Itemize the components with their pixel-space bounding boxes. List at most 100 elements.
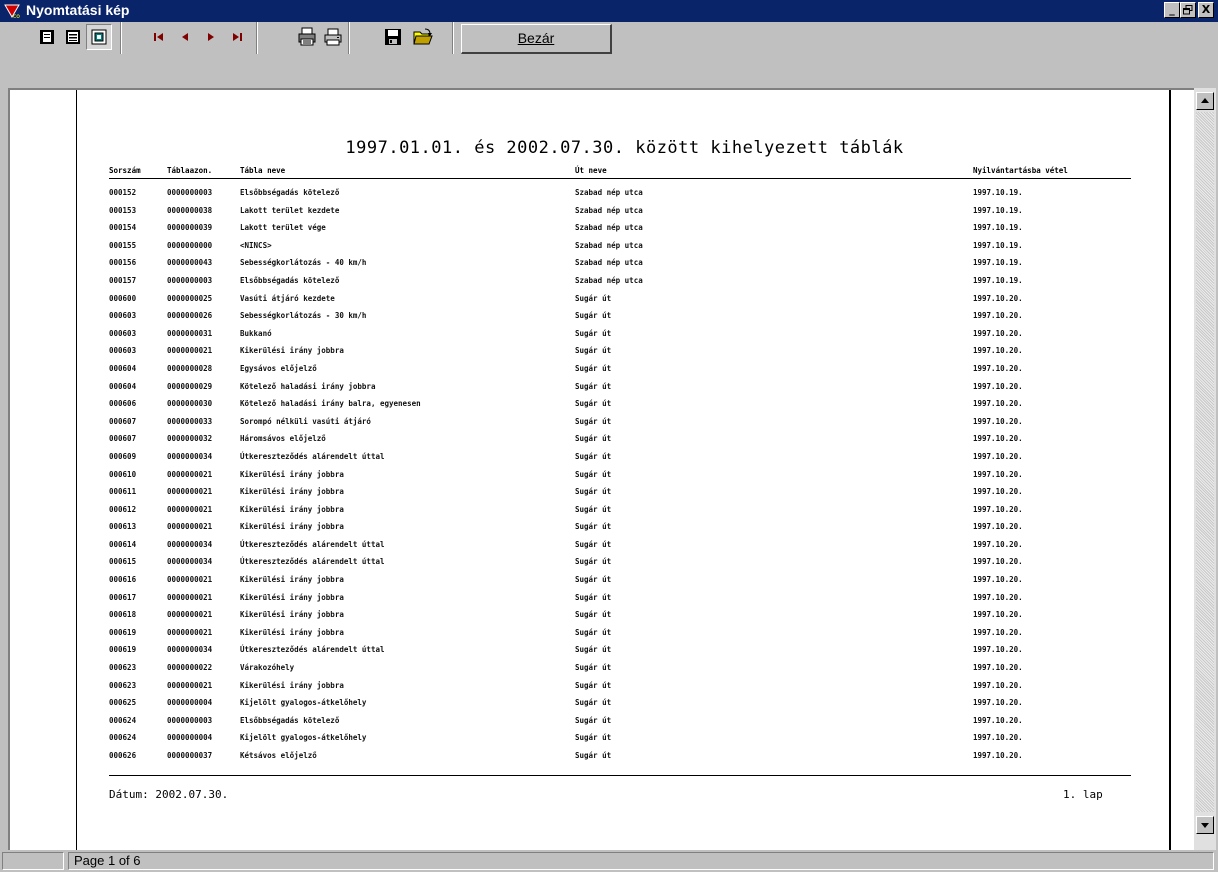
row-datum: 1997.10.20. [973, 451, 1023, 461]
row-tabla-neve: Kötelező haladási irány balra, egyenesen [240, 399, 421, 409]
row-ut-neve: Sugár út [575, 451, 612, 461]
header-ut-neve: Út neve [575, 166, 607, 175]
vertical-scrollbar[interactable] [1194, 88, 1216, 850]
table-row: 000152 0000000003 Elsőbbségadás kötelező Sz… [109, 188, 1131, 206]
row-tabla-neve: Útkereszteződés alárendelt úttal [240, 557, 385, 567]
row-sorszam: 000623 [109, 663, 137, 673]
row-datum: 1997.10.19. [973, 223, 1023, 233]
row-datum: 1997.10.20. [973, 733, 1023, 743]
row-sorszam: 000609 [109, 451, 137, 461]
row-ut-neve: Sugár út [575, 592, 612, 602]
table-row: 000604 0000000029 Kötelező haladási irány … [109, 382, 1131, 400]
print-setup-button[interactable] [294, 24, 320, 50]
save-button[interactable] [380, 24, 406, 50]
row-datum: 1997.10.20. [973, 328, 1023, 338]
row-datum: 1997.10.20. [973, 539, 1023, 549]
toolbar-separator [120, 22, 122, 54]
row-tablaazon: 0000000025 [167, 293, 213, 303]
row-ut-neve: Sugár út [575, 680, 612, 690]
row-ut-neve: Sugár út [575, 416, 612, 426]
row-sorszam: 000607 [109, 416, 137, 426]
row-sorszam: 000603 [109, 311, 137, 321]
row-tabla-neve: Kikerülési irány jobbra [240, 522, 344, 532]
scroll-up-button[interactable] [1196, 92, 1214, 110]
row-datum: 1997.10.20. [973, 363, 1023, 373]
arrow-up-icon [1201, 98, 1209, 103]
row-sorszam: 000610 [109, 469, 137, 479]
row-datum: 1997.10.20. [973, 504, 1023, 514]
row-sorszam: 000157 [109, 275, 137, 285]
title-bar: co Nyomtatási kép _ X [0, 0, 1218, 22]
table-row: 000616 0000000021 Kikerülési irány jobbra S… [109, 575, 1131, 593]
row-ut-neve: Sugár út [575, 610, 612, 620]
row-tablaazon: 0000000000 [167, 240, 213, 250]
save-icon [385, 29, 401, 45]
window-title: Nyomtatási kép [26, 2, 130, 18]
row-sorszam: 000618 [109, 610, 137, 620]
row-sorszam: 000604 [109, 381, 137, 391]
print-preview-window: co Nyomtatási kép _ X Bezár 1997.01.01. … [0, 0, 1218, 872]
row-datum: 1997.10.20. [973, 610, 1023, 620]
table-row: 000603 0000000026 Sebességkorlátozás - 30 … [109, 311, 1131, 329]
row-tabla-neve: Útkereszteződés alárendelt úttal [240, 451, 385, 461]
row-tabla-neve: Bukkanó [240, 328, 272, 338]
row-tablaazon: 0000000034 [167, 557, 213, 567]
row-sorszam: 000615 [109, 557, 137, 567]
row-sorszam: 000624 [109, 715, 137, 725]
row-tablaazon: 0000000021 [167, 469, 213, 479]
row-tabla-neve: Kétsávos előjelző [240, 751, 317, 760]
row-ut-neve: Szabad nép utca [575, 205, 643, 215]
row-tabla-neve: Várakozóhely [240, 663, 295, 673]
close-icon: X [1201, 3, 1211, 16]
row-datum: 1997.10.20. [973, 469, 1023, 479]
open-button[interactable] [410, 24, 436, 50]
row-tabla-neve: <NINCS> [240, 240, 272, 250]
row-ut-neve: Sugár út [575, 663, 612, 673]
prev-page-button[interactable] [172, 24, 198, 50]
row-tablaazon: 0000000034 [167, 539, 213, 549]
minimize-button[interactable]: _ [1164, 2, 1180, 18]
row-datum: 1997.10.19. [973, 275, 1023, 285]
row-tablaazon: 0000000021 [167, 504, 213, 514]
row-tabla-neve: Sebességkorlátozás - 30 km/h [240, 311, 367, 321]
two-page-icon [66, 30, 80, 44]
header-sorszam: Sorszám [109, 166, 141, 175]
close-button[interactable]: Bezár [461, 24, 612, 54]
row-ut-neve: Sugár út [575, 715, 612, 725]
next-page-button[interactable] [198, 24, 224, 50]
scroll-track[interactable] [1196, 112, 1214, 812]
two-page-button[interactable] [60, 24, 86, 50]
row-tabla-neve: Kikerülési irány jobbra [240, 680, 344, 690]
row-datum: 1997.10.20. [973, 680, 1023, 690]
row-tablaazon: 0000000034 [167, 451, 213, 461]
maximize-button[interactable] [1180, 2, 1196, 18]
row-ut-neve: Sugár út [575, 575, 612, 585]
close-window-button[interactable]: X [1198, 2, 1214, 18]
open-icon [413, 28, 433, 45]
single-page-button[interactable] [34, 24, 60, 50]
row-sorszam: 000611 [109, 487, 137, 497]
print-button[interactable] [320, 24, 346, 50]
last-page-button[interactable] [224, 24, 250, 50]
zoom-fit-button[interactable] [86, 24, 112, 50]
row-tablaazon: 0000000004 [167, 733, 213, 743]
last-page-icon [233, 33, 242, 41]
first-page-button[interactable] [146, 24, 172, 50]
row-datum: 1997.10.20. [973, 645, 1023, 655]
row-tabla-neve: Elsőbbségadás kötelező [240, 275, 340, 285]
row-tabla-neve: Útkereszteződés alárendelt úttal [240, 645, 385, 655]
row-ut-neve: Szabad nép utca [575, 223, 643, 233]
row-datum: 1997.10.19. [973, 205, 1023, 215]
toolbar-separator [348, 22, 350, 54]
row-tablaazon: 0000000003 [167, 275, 213, 285]
row-tabla-neve: Kikerülési irány jobbra [240, 592, 344, 602]
scroll-down-button[interactable] [1196, 816, 1214, 834]
row-datum: 1997.10.20. [973, 434, 1023, 444]
row-tablaazon: 0000000039 [167, 223, 213, 233]
row-sorszam: 000613 [109, 522, 137, 532]
row-tabla-neve: Kikerülési irány jobbra [240, 610, 344, 620]
row-datum: 1997.10.20. [973, 416, 1023, 426]
next-page-icon [208, 33, 214, 41]
report-rows: 000152 0000000003 Elsőbbségadás kötelező Sz… [109, 188, 1131, 769]
row-tabla-neve: Elsőbbségadás kötelező [240, 188, 340, 197]
